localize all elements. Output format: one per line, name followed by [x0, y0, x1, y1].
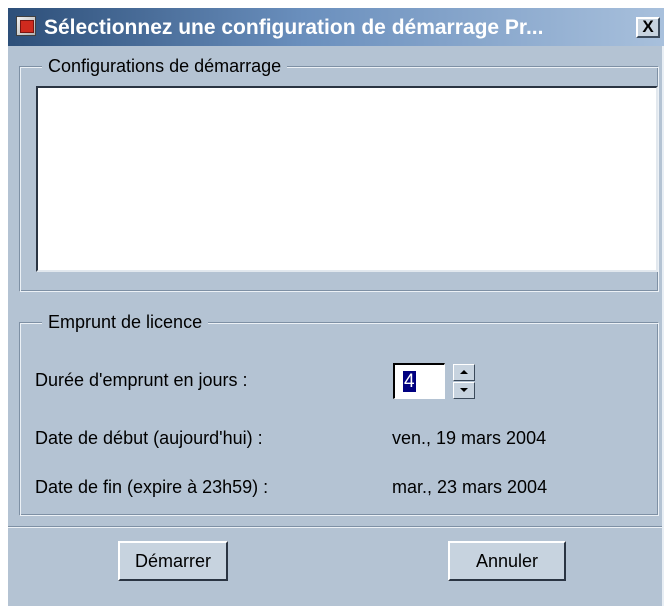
duration-increment-button[interactable] — [453, 364, 475, 381]
license-borrow-legend: Emprunt de licence — [42, 312, 209, 333]
arrow-up-icon — [460, 370, 468, 374]
start-date-value: ven., 19 mars 2004 — [392, 428, 547, 448]
duration-input[interactable]: 4 — [393, 363, 445, 399]
start-button[interactable]: Démarrer — [118, 541, 228, 581]
close-button[interactable]: X — [636, 17, 660, 38]
footer-divider — [8, 526, 662, 528]
duration-value: 4 — [403, 371, 416, 392]
arrow-down-icon — [460, 388, 468, 392]
startup-configs-legend: Configurations de démarrage — [42, 56, 288, 77]
app-icon — [16, 16, 36, 36]
startup-config-dialog: Sélectionnez une configuration de démarr… — [8, 8, 664, 606]
start-date-label: Date de début (aujourd'hui) : — [35, 428, 263, 448]
duration-label: Durée d'emprunt en jours : — [35, 370, 248, 390]
duration-decrement-button[interactable] — [453, 382, 475, 399]
end-date-label: Date de fin (expire à 23h59) : — [35, 477, 269, 497]
cancel-button[interactable]: Annuler — [448, 541, 566, 581]
window-title: Sélectionnez une configuration de démarr… — [44, 16, 544, 39]
end-date-value: mar., 23 mars 2004 — [392, 477, 548, 497]
title-bar[interactable]: Sélectionnez une configuration de démarr… — [8, 8, 664, 46]
startup-configs-listbox[interactable] — [36, 86, 658, 272]
